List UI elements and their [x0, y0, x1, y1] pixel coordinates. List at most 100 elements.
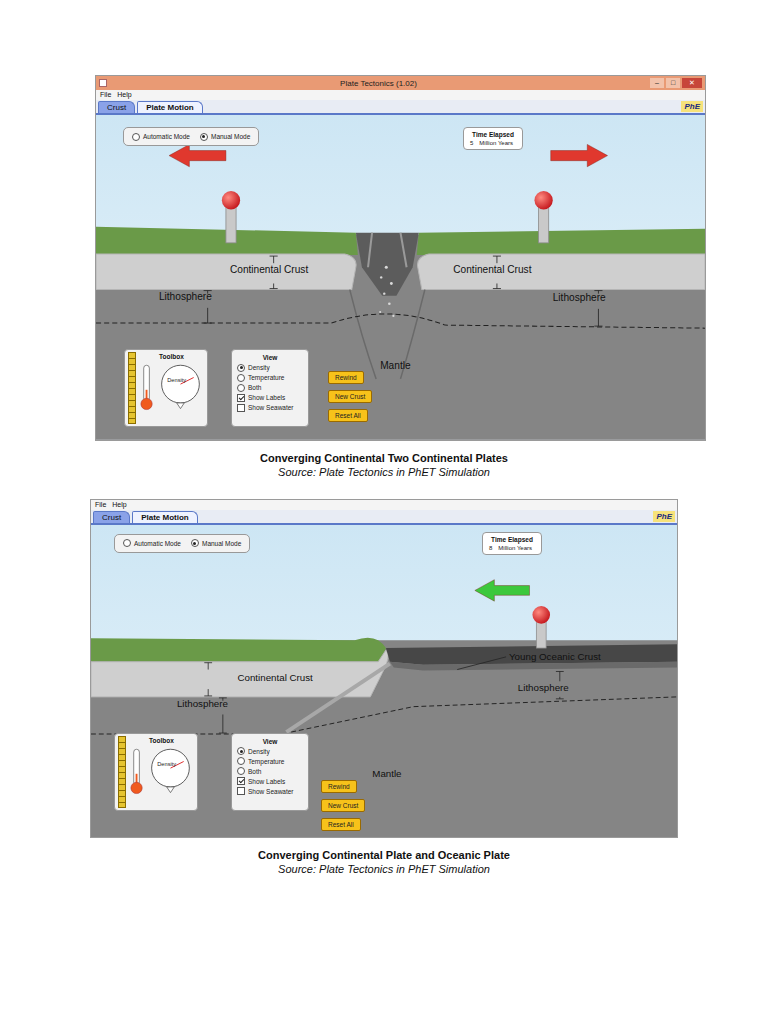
caption-source: Source: Plate Tectonics in PhET Simulati…	[0, 862, 768, 876]
radio-button[interactable]	[237, 767, 245, 775]
label-leader-line	[457, 657, 506, 670]
sim-button[interactable]: New Crust	[321, 799, 365, 812]
scene-label: Lithosphere	[553, 292, 606, 303]
oceanic-crust-surface[interactable]	[386, 644, 677, 665]
sim-button[interactable]: Reset All	[321, 818, 361, 831]
thermometer-icon[interactable]	[131, 749, 142, 793]
radio-button[interactable]	[237, 757, 245, 765]
phet-logo: PhE	[653, 511, 675, 522]
tools: Density	[139, 361, 205, 411]
plate-handle[interactable]	[534, 144, 607, 242]
view-option[interactable]: Density	[237, 747, 303, 756]
view-checkbox[interactable]: Show Labels	[237, 777, 303, 786]
simulation-screenshot: Plate Tectonics (1.02)–□✕FileHelpCrustPl…	[95, 75, 706, 441]
oceanic-crust-edge	[390, 662, 677, 671]
radio-button[interactable]	[237, 364, 245, 372]
time-title: Time Elapsed	[489, 536, 535, 543]
view-option[interactable]: Temperature	[237, 757, 303, 766]
density-meter-icon[interactable]: Density	[162, 365, 200, 408]
window-control-button[interactable]: –	[650, 78, 664, 88]
mode-panel: Automatic Mode Manual Mode	[123, 127, 259, 146]
view-option[interactable]: Temperature	[237, 373, 303, 382]
radio-button[interactable]	[237, 747, 245, 755]
view-checkbox[interactable]: Show Seawater	[237, 403, 303, 412]
density-meter-icon[interactable]: Density	[152, 749, 190, 792]
toolbox-title: Toolbox	[139, 352, 204, 361]
left-continental-crust	[96, 254, 356, 290]
window-control-button[interactable]: ✕	[682, 78, 702, 88]
continental-crust	[91, 650, 388, 697]
lithosphere-boundary	[96, 314, 705, 328]
radio-button[interactable]	[200, 133, 208, 141]
handle-knob-icon[interactable]	[534, 191, 552, 209]
sim-button[interactable]: Reset All	[328, 409, 368, 422]
meter-label: Density	[167, 377, 186, 383]
menu-item[interactable]: Help	[112, 500, 126, 510]
mode-option[interactable]: Automatic Mode	[123, 539, 181, 548]
motion-arrow-icon[interactable]	[169, 144, 226, 166]
ruler-icon[interactable]	[128, 352, 136, 424]
tab[interactable]: Plate Motion	[137, 101, 203, 113]
caption-source: Source: Plate Tectonics in PhET Simulati…	[0, 465, 768, 479]
document-page: Plate Tectonics (1.02)–□✕FileHelpCrustPl…	[0, 0, 768, 1024]
lithosphere-boundary	[91, 697, 677, 734]
plate-handle[interactable]	[475, 579, 550, 647]
time-title: Time Elapsed	[470, 131, 516, 138]
radio-button[interactable]	[237, 374, 245, 382]
scene-label: Lithosphere	[518, 682, 569, 693]
scene-label: Continental Crust	[453, 264, 531, 275]
motion-arrow-icon[interactable]	[475, 579, 530, 600]
radio-button[interactable]	[191, 539, 199, 547]
caption-title: Converging Continental Two Continental P…	[0, 451, 768, 465]
menu-item[interactable]: Help	[117, 90, 131, 100]
ruler-icon[interactable]	[118, 736, 126, 808]
tab[interactable]: Plate Motion	[132, 511, 198, 523]
handle-knob-icon[interactable]	[532, 606, 550, 624]
thermometer-icon[interactable]	[141, 365, 152, 409]
continent-land-surface[interactable]	[91, 637, 386, 661]
tab[interactable]: Crust	[93, 511, 130, 523]
checkbox[interactable]	[237, 777, 245, 785]
right-land-surface[interactable]	[417, 229, 705, 255]
radio-button[interactable]	[237, 384, 245, 392]
phet-logo: PhE	[681, 101, 703, 112]
menu-item[interactable]: File	[95, 500, 106, 510]
scene-label: Continental Crust	[238, 672, 314, 683]
view-option[interactable]: Density	[237, 363, 303, 372]
simulation-canvas: Continental Crust Continental Crust Lithos…	[96, 115, 705, 440]
view-checkbox[interactable]: Show Seawater	[237, 787, 303, 796]
figure-caption: Converging Continental Plate and Oceanic…	[0, 848, 768, 876]
mode-option[interactable]: Manual Mode	[191, 539, 241, 548]
checkbox[interactable]	[237, 404, 245, 412]
checkbox[interactable]	[237, 394, 245, 402]
view-option[interactable]: Both	[237, 767, 303, 776]
action-buttons: Rewind New Crust Reset All	[328, 371, 372, 422]
view-title: View	[237, 737, 303, 746]
menu-item[interactable]: File	[100, 90, 111, 100]
view-option[interactable]: Both	[237, 383, 303, 392]
sim-button[interactable]: Rewind	[328, 371, 364, 384]
sky	[91, 525, 677, 838]
radio-button[interactable]	[132, 133, 140, 141]
plate-handle[interactable]	[169, 144, 240, 242]
toolbox-panel: Toolbox Density	[114, 733, 198, 811]
tab[interactable]: Crust	[98, 101, 135, 113]
scene-label: Mantle	[380, 360, 411, 371]
mode-option[interactable]: Automatic Mode	[132, 132, 190, 141]
handle-knob-icon[interactable]	[222, 191, 240, 209]
sim-button[interactable]: Rewind	[321, 780, 357, 793]
checkbox[interactable]	[237, 787, 245, 795]
radio-button[interactable]	[123, 539, 131, 547]
toolbox-title: Toolbox	[129, 736, 194, 745]
rift-road-edges	[368, 233, 407, 268]
motion-arrow-icon[interactable]	[551, 144, 608, 166]
figure-caption: Converging Continental Two Continental P…	[0, 451, 768, 479]
view-checkbox[interactable]: Show Labels	[237, 393, 303, 402]
sim-button[interactable]: New Crust	[328, 390, 372, 403]
tab-bar: CrustPlate Motion PhE	[91, 510, 677, 525]
sky	[96, 115, 705, 440]
scene-label: Continental Crust	[230, 264, 308, 275]
window-control-button[interactable]: □	[666, 78, 680, 88]
view-panel: ViewDensityTemperatureBothShow LabelsSho…	[231, 733, 309, 811]
mode-option[interactable]: Manual Mode	[200, 132, 250, 141]
